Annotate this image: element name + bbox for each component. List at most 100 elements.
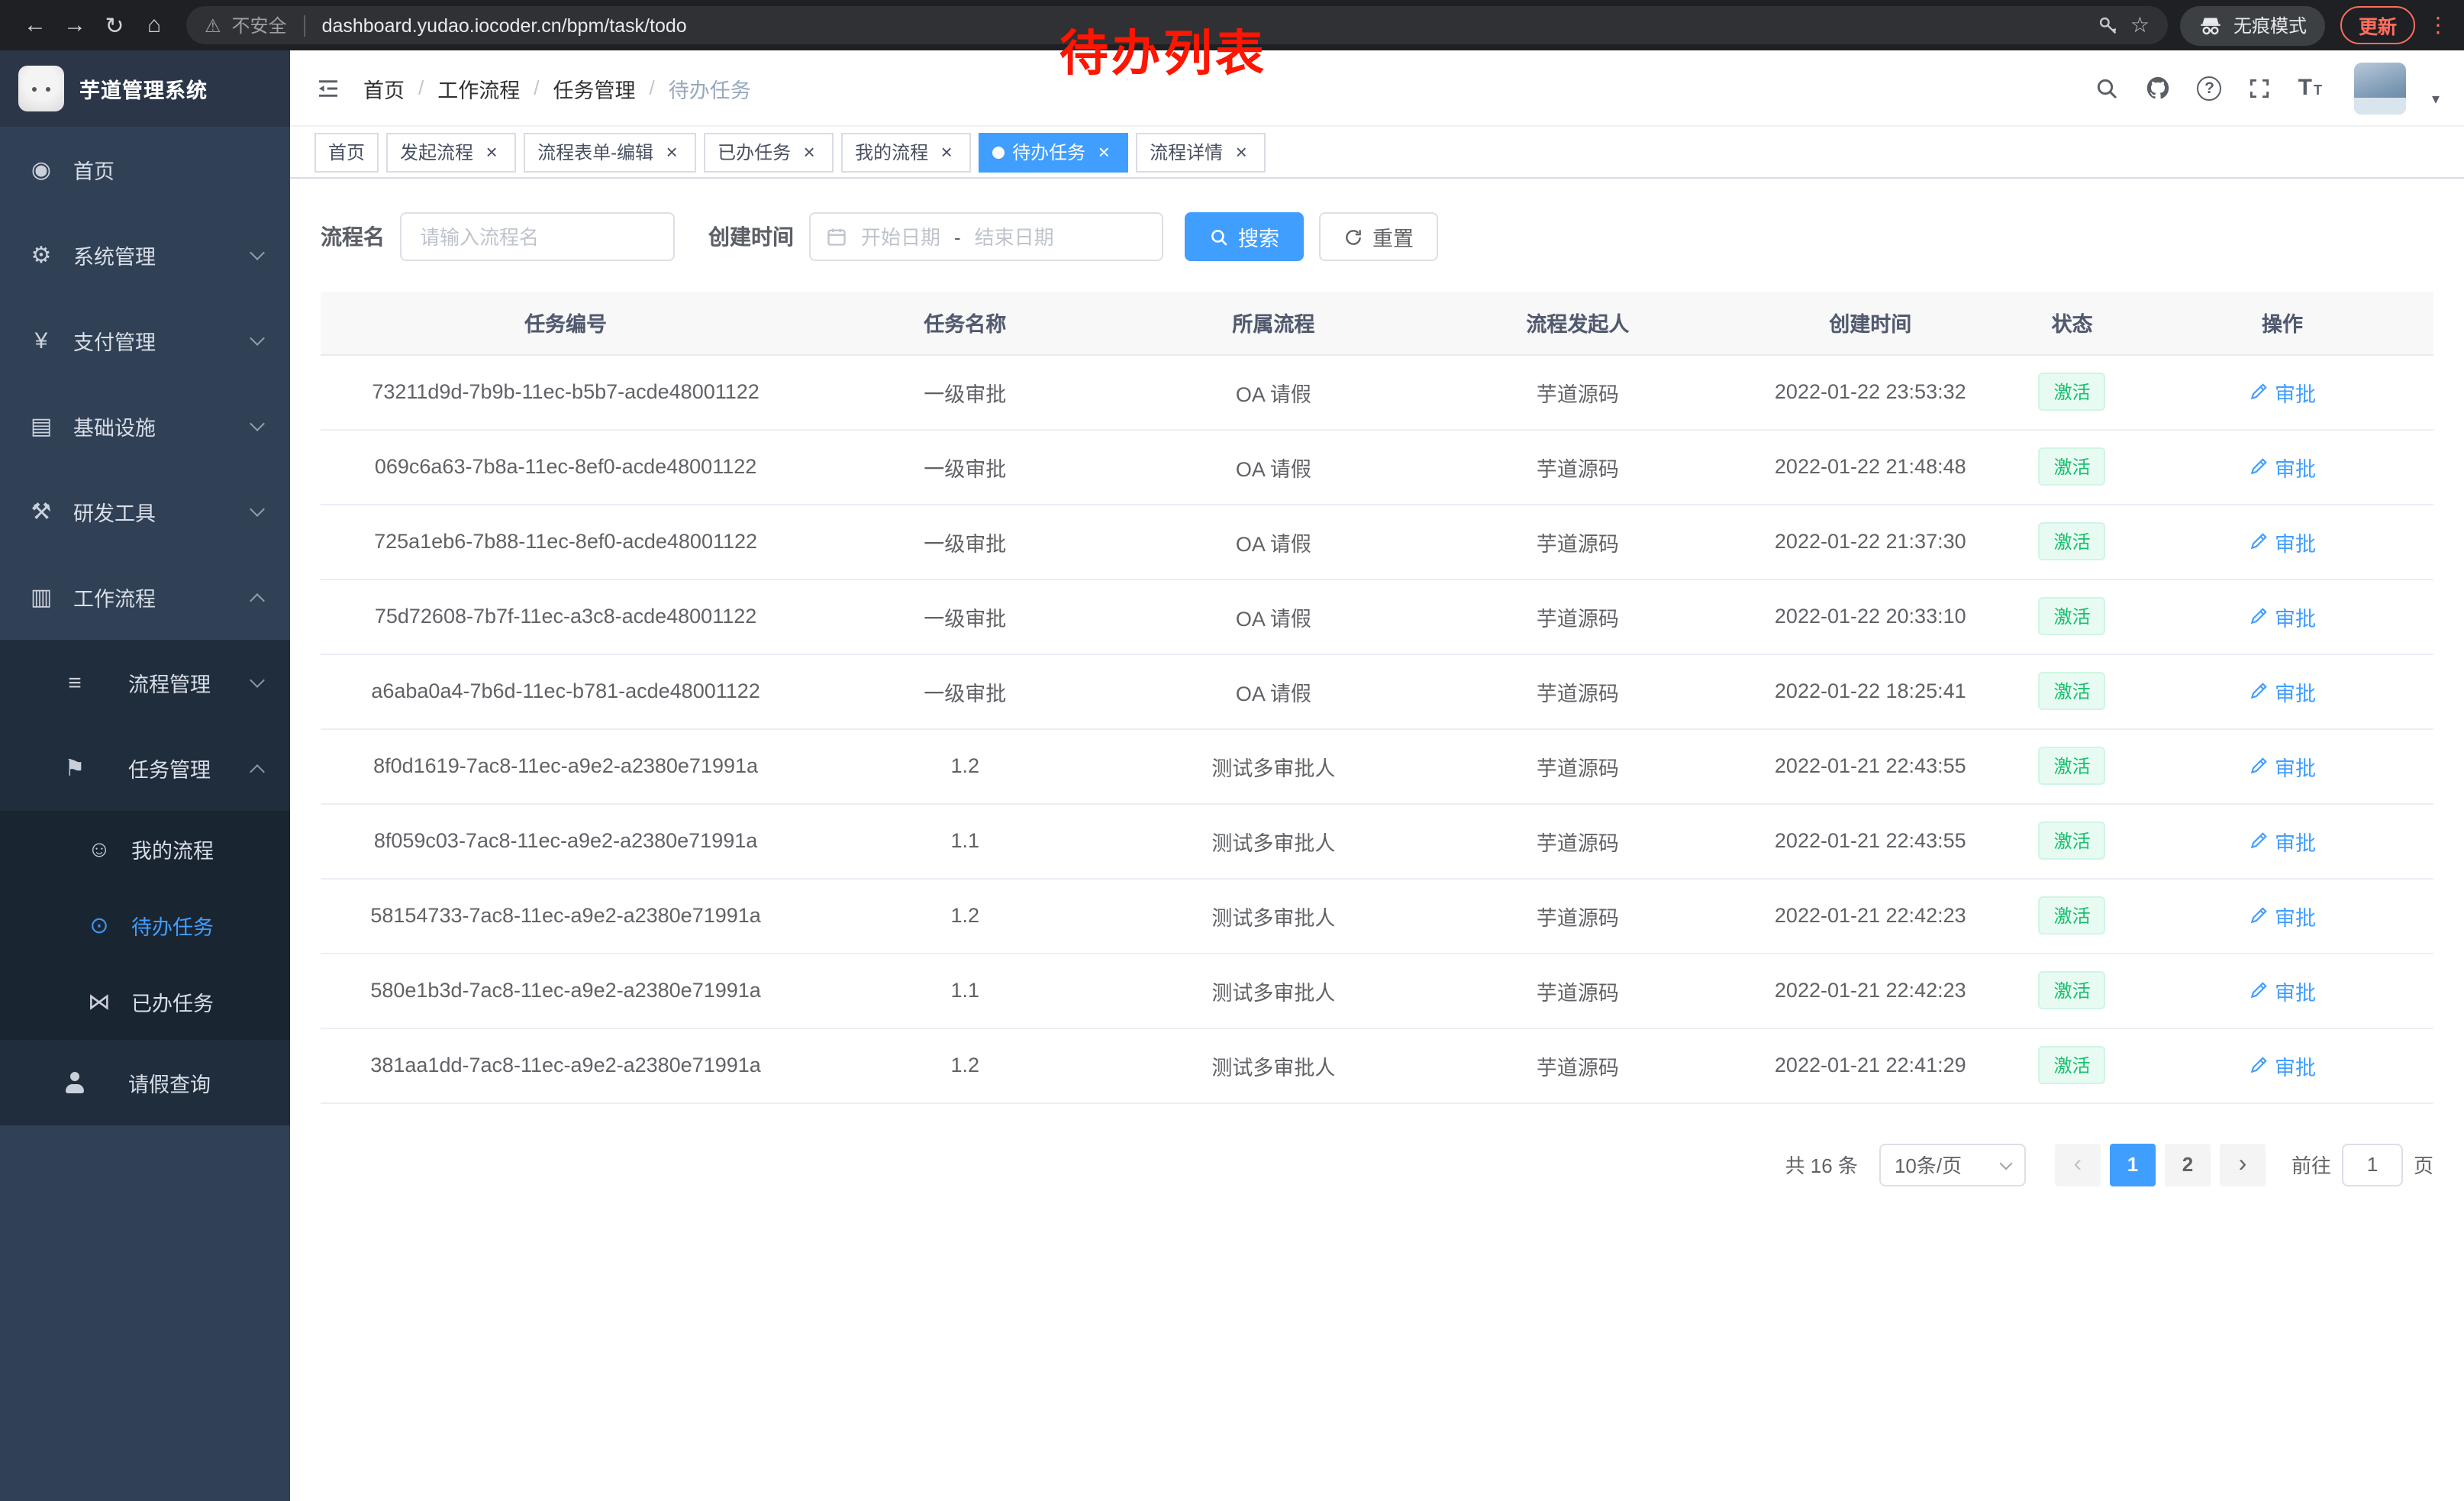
approve-link[interactable]: 审批 — [2249, 676, 2316, 706]
sidebar-menu: ◉ 首页 ⚙ 系统管理 ¥ 支付管理 ▤ 基础设施 — [0, 127, 290, 1501]
status-cell: 激活 — [2013, 953, 2131, 1028]
date-range-picker[interactable]: - — [809, 212, 1163, 261]
approve-link-label: 审批 — [2275, 750, 2316, 781]
help-icon[interactable]: ? — [2198, 76, 2222, 100]
home-icon[interactable]: ⌂ — [134, 5, 174, 45]
sidebar-collapse-icon[interactable] — [314, 76, 342, 100]
status-badge: 激活 — [2039, 597, 2106, 635]
sidebar-item-my-processes[interactable]: ☺ 我的流程 — [0, 811, 290, 887]
tab-todo-tasks[interactable]: 待办任务× — [979, 132, 1128, 172]
breadcrumb-item[interactable]: 首页 — [363, 73, 405, 103]
table-row: 73211d9d-7b9b-11ec-b5b7-acde48001122一级审批… — [321, 354, 2433, 429]
person-icon — [61, 1072, 89, 1093]
task-id-cell: 580e1b3d-7ac8-11ec-a9e2-a2380e71991a — [321, 953, 811, 1028]
close-icon[interactable]: × — [481, 141, 502, 163]
password-key-icon[interactable] — [2098, 15, 2120, 36]
tab-process-detail[interactable]: 流程详情× — [1136, 132, 1266, 172]
column-header: 任务名称 — [811, 292, 1119, 354]
forward-icon[interactable]: → — [55, 5, 95, 45]
breadcrumb-item[interactable]: 任务管理 — [553, 73, 636, 103]
sidebar-item-done-tasks[interactable]: ⋈ 已办任务 — [0, 964, 290, 1040]
filter-bar: 流程名 创建时间 - 搜索 重置 — [321, 212, 2433, 261]
next-page-button[interactable]: › — [2220, 1143, 2266, 1186]
approve-link[interactable]: 审批 — [2249, 601, 2316, 631]
sidebar-item-payment-mgmt[interactable]: ¥ 支付管理 — [0, 298, 290, 383]
reload-icon[interactable]: ↻ — [95, 5, 134, 45]
chat-icon: ☺ — [85, 836, 113, 862]
sidebar-item-system-mgmt[interactable]: ⚙ 系统管理 — [0, 212, 290, 298]
prev-page-button[interactable]: ‹ — [2055, 1143, 2101, 1186]
update-button[interactable]: 更新 — [2340, 6, 2415, 44]
approve-link[interactable]: 审批 — [2249, 975, 2316, 1006]
status-badge: 激活 — [2039, 447, 2106, 486]
tab-home[interactable]: 首页 — [314, 132, 379, 172]
tab-process-form-edit[interactable]: 流程表单-编辑× — [524, 132, 696, 172]
gear-icon: ⚙ — [27, 241, 55, 269]
approve-link[interactable]: 审批 — [2249, 451, 2316, 482]
sidebar-item-leave-query[interactable]: 请假查询 — [0, 1040, 290, 1125]
sidebar-item-todo-tasks[interactable]: ⊙ 待办任务 — [0, 887, 290, 964]
goto-page-input[interactable] — [2342, 1143, 2403, 1186]
sidebar-item-dev-tools[interactable]: ⚒ 研发工具 — [0, 469, 290, 554]
pagination: 共 16 条 10条/页 ‹ 12› 前往 页 — [321, 1143, 2433, 1186]
github-icon[interactable] — [2146, 75, 2172, 101]
active-tab-dot — [992, 146, 1005, 158]
reset-button[interactable]: 重置 — [1319, 212, 1438, 261]
close-icon[interactable]: × — [1230, 141, 1252, 163]
sidebar-item-infrastructure[interactable]: ▤ 基础设施 — [0, 383, 290, 469]
approve-link[interactable]: 审批 — [2249, 900, 2316, 931]
column-header: 所属流程 — [1119, 292, 1427, 354]
approve-link[interactable]: 审批 — [2249, 376, 2316, 407]
initiator-cell: 芋道源码 — [1427, 803, 1727, 878]
approve-link[interactable]: 审批 — [2249, 526, 2316, 557]
table-header-row: 任务编号任务名称所属流程流程发起人创建时间状态操作 — [321, 292, 2433, 354]
close-icon[interactable]: × — [1093, 141, 1114, 163]
close-icon[interactable]: × — [661, 141, 682, 163]
process-name-input[interactable] — [400, 212, 675, 261]
user-avatar[interactable] — [2354, 62, 2406, 114]
process-cell: OA 请假 — [1119, 504, 1427, 579]
menu-label: 已办任务 — [131, 986, 263, 1017]
logo-bar[interactable]: 芋道管理系统 — [0, 50, 290, 127]
page-button-2[interactable]: 2 — [2165, 1143, 2211, 1186]
task-id-cell: 381aa1dd-7ac8-11ec-a9e2-a2380e71991a — [321, 1028, 811, 1102]
search-button[interactable]: 搜索 — [1185, 212, 1304, 261]
chevron-down-icon — [250, 673, 265, 688]
browser-window: ← → ↻ ⌂ ⚠ 不安全 dashboard.yudao.iocoder.cn… — [0, 0, 2464, 1501]
page-button-1[interactable]: 1 — [2110, 1143, 2156, 1186]
sidebar-item-home[interactable]: ◉ 首页 — [0, 127, 290, 212]
browser-menu-icon[interactable]: ⋮ — [2427, 12, 2449, 38]
page-size-select[interactable]: 10条/页 — [1879, 1143, 2026, 1186]
start-date-input[interactable] — [853, 225, 948, 248]
goto-label: 前往 — [2291, 1150, 2331, 1179]
status-cell: 激活 — [2013, 878, 2131, 953]
tab-done-tasks[interactable]: 已办任务× — [704, 132, 834, 172]
bookmark-star-icon[interactable]: ☆ — [2130, 12, 2150, 38]
process-cell: OA 请假 — [1119, 579, 1427, 654]
menu-label: 请假查询 — [128, 1067, 263, 1098]
sidebar-item-process-mgmt[interactable]: ≡ 流程管理 — [0, 640, 290, 725]
process-cell: OA 请假 — [1119, 429, 1427, 504]
workflow-submenu: ≡ 流程管理 ⚑ 任务管理 ☺ 我的流程 — [0, 640, 290, 1125]
sidebar-item-task-mgmt[interactable]: ⚑ 任务管理 — [0, 725, 290, 811]
task-name-cell: 1.2 — [811, 728, 1119, 803]
breadcrumb-item[interactable]: 工作流程 — [437, 73, 520, 103]
sidebar-item-workflow[interactable]: ▥ 工作流程 — [0, 554, 290, 640]
back-icon[interactable]: ← — [15, 5, 55, 45]
approve-link[interactable]: 审批 — [2249, 825, 2316, 856]
fullscreen-icon[interactable] — [2248, 76, 2272, 100]
search-icon[interactable] — [2095, 76, 2120, 100]
sidebar: 芋道管理系统 ◉ 首页 ⚙ 系统管理 ¥ 支付管理 ▤ — [0, 50, 290, 1501]
avatar-caret-icon[interactable]: ▾ — [2432, 92, 2440, 108]
close-icon[interactable]: × — [798, 141, 820, 163]
font-size-icon[interactable]: TT — [2298, 75, 2322, 101]
main-area: 首页 / 工作流程 / 任务管理 / 待办任务 ? — [290, 50, 2464, 1501]
approve-link[interactable]: 审批 — [2249, 750, 2316, 781]
tab-initiate-process[interactable]: 发起流程× — [386, 132, 516, 172]
tab-my-processes[interactable]: 我的流程× — [841, 132, 971, 172]
approve-link[interactable]: 审批 — [2249, 1050, 2316, 1080]
column-header: 流程发起人 — [1427, 292, 1727, 354]
close-icon[interactable]: × — [936, 141, 957, 163]
edit-icon — [2249, 681, 2269, 701]
end-date-input[interactable] — [967, 225, 1062, 248]
